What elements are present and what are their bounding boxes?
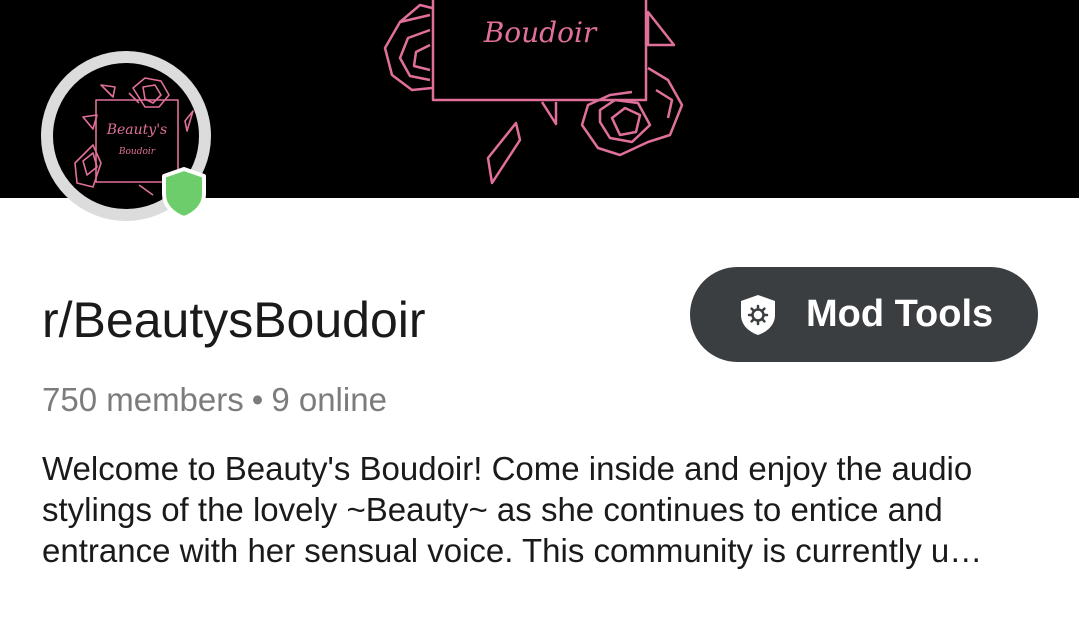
mod-tools-button[interactable]: Mod Tools <box>690 267 1038 362</box>
online-count: 9 online <box>271 381 387 418</box>
shield-gear-icon <box>741 294 775 335</box>
community-stats: 750 members • 9 online <box>42 380 387 420</box>
member-count: 750 members <box>42 381 244 418</box>
community-description: Welcome to Beauty's Boudoir! Come inside… <box>42 450 983 569</box>
avatar-text-line2: Boudoir <box>118 147 156 157</box>
moderator-shield-icon <box>162 167 206 220</box>
community-name: r/BeautysBoudoir <box>42 292 426 348</box>
avatar-text-line1: Beauty's <box>106 122 168 138</box>
stats-separator: • <box>251 381 264 418</box>
mod-tools-label: Mod Tools <box>806 293 994 335</box>
banner-wordmark: Boudoir <box>483 16 598 49</box>
